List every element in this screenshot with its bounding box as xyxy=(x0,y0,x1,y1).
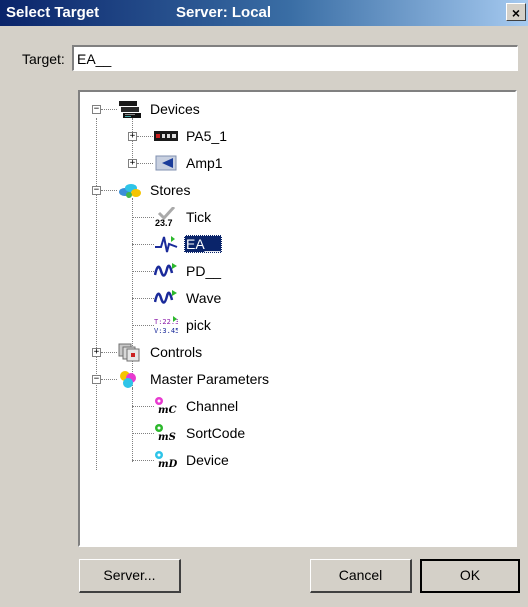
tree-line xyxy=(132,271,154,272)
amplifier-icon xyxy=(155,155,177,171)
cancel-button[interactable]: Cancel xyxy=(310,559,412,593)
tree-item-label: pick xyxy=(186,317,211,333)
tree-content: − + + − + − Devices PA5_1 Amp1 Stores 23… xyxy=(80,92,515,545)
close-button[interactable]: × xyxy=(506,3,526,21)
tree-line xyxy=(101,109,117,110)
tree-item-label: SortCode xyxy=(186,425,246,441)
server-button[interactable]: Server... xyxy=(79,559,181,593)
tree-item-label: Tick xyxy=(186,209,212,225)
spike-waveform-icon xyxy=(155,236,178,253)
attenuator-device-icon xyxy=(154,131,178,141)
tree-item-label: Wave xyxy=(186,290,222,306)
tree-line xyxy=(132,325,154,326)
tree-line xyxy=(137,163,153,164)
tree-item-label: EA__ xyxy=(184,235,223,253)
parameter-icon: mC xyxy=(155,397,177,416)
tree-item-label: PD__ xyxy=(186,263,222,279)
tree-item-label: Controls xyxy=(150,344,203,360)
tree-line xyxy=(101,379,117,380)
target-input[interactable] xyxy=(72,45,518,71)
svg-text:mC: mC xyxy=(158,405,177,416)
tree-line xyxy=(137,136,153,137)
controls-expand-toggle[interactable]: + xyxy=(92,348,101,357)
target-tree[interactable]: − + + − + − Devices PA5_1 Amp1 Stores 23… xyxy=(78,90,517,547)
parameter-icon: mS xyxy=(155,424,176,443)
wave-arrow-icon xyxy=(154,263,177,277)
ok-button[interactable]: OK xyxy=(420,559,520,593)
target-label: Target: xyxy=(22,51,65,67)
server-label: Server: Local xyxy=(176,4,272,21)
parameter-icon: mD xyxy=(155,451,178,470)
tree-line xyxy=(132,298,154,299)
tree-item-label: Stores xyxy=(150,182,191,198)
tree-line xyxy=(132,217,154,218)
tree-line xyxy=(132,433,154,434)
tree-line xyxy=(132,388,133,462)
tree-item-label: Device xyxy=(186,452,229,468)
pa5-expand-toggle[interactable]: + xyxy=(128,132,137,141)
svg-text:23.7: 23.7 xyxy=(155,218,173,227)
svg-text:V:3.45: V:3.45 xyxy=(154,327,178,335)
svg-text:mS: mS xyxy=(158,432,176,443)
tree-line xyxy=(101,352,117,353)
checkmark-value-icon: 23.7 xyxy=(155,207,176,227)
tree-item-label: Amp1 xyxy=(186,155,223,171)
window-title: Select Target xyxy=(6,4,100,21)
tree-line xyxy=(101,190,117,191)
devices-collapse-toggle[interactable]: − xyxy=(92,105,101,114)
tree-item-label: PA5_1 xyxy=(186,128,227,144)
rack-devices-icon xyxy=(119,101,141,118)
master-collapse-toggle[interactable]: − xyxy=(92,375,101,384)
tree-line xyxy=(132,406,154,407)
title-bar[interactable]: Select Target Server: Local × xyxy=(0,0,528,26)
amp1-expand-toggle[interactable]: + xyxy=(128,159,137,168)
svg-text:mD: mD xyxy=(158,459,178,470)
tree-line xyxy=(132,244,154,245)
tree-line xyxy=(96,118,97,470)
wave-arrow-icon xyxy=(154,290,177,304)
master-parameters-icon xyxy=(120,371,136,388)
tree-item-label: Master Parameters xyxy=(150,371,270,387)
tree-item-label: Channel xyxy=(186,398,239,414)
stores-icon xyxy=(119,184,141,198)
controls-icon xyxy=(118,343,140,362)
stores-collapse-toggle[interactable]: − xyxy=(92,186,101,195)
tree-line xyxy=(132,460,154,461)
tree-item-label: Devices xyxy=(150,101,200,117)
timestamp-value-icon: T:22.3 V:3.45 xyxy=(154,316,178,335)
